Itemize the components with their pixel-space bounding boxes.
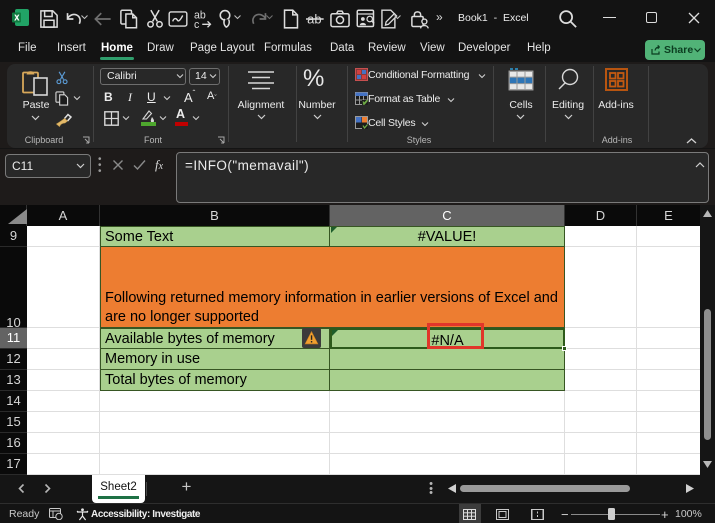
svg-text:c: c bbox=[194, 19, 200, 29]
